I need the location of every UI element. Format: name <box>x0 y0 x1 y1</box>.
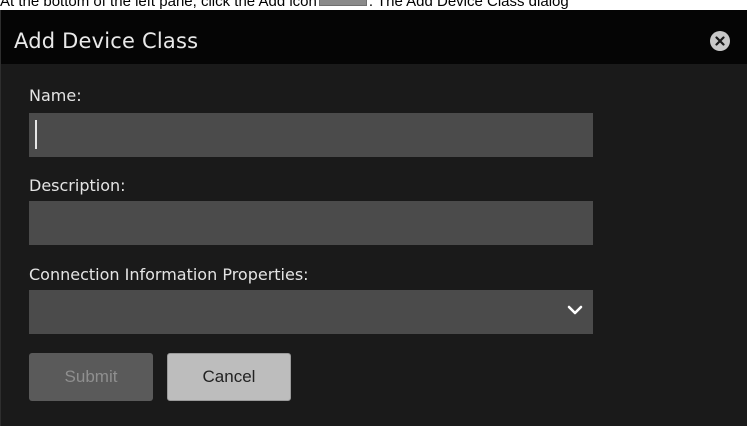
dialog-title: Add Device Class <box>14 29 199 53</box>
close-icon[interactable] <box>710 31 730 51</box>
description-label: Description: <box>29 176 126 195</box>
submit-button[interactable]: Submit <box>29 353 153 401</box>
add-icon-image <box>318 0 367 7</box>
dialog-titlebar: Add Device Class <box>1 10 747 64</box>
text-caret <box>35 120 37 149</box>
name-label: Name: <box>29 86 82 105</box>
description-input[interactable] <box>29 201 593 245</box>
add-device-class-dialog: Add Device Class Name: Description: Conn… <box>0 10 747 426</box>
chevron-down-icon <box>567 305 583 315</box>
cancel-button[interactable]: Cancel <box>167 353 291 401</box>
connection-properties-label: Connection Information Properties: <box>29 265 309 284</box>
name-input[interactable] <box>29 113 593 157</box>
instruction-text: At the bottom of the left pane, click th… <box>0 0 747 9</box>
instruction-before: At the bottom of the left pane, click th… <box>0 0 317 9</box>
instruction-after: . The Add Device Class dialog <box>368 0 569 9</box>
connection-properties-select[interactable] <box>29 290 593 334</box>
